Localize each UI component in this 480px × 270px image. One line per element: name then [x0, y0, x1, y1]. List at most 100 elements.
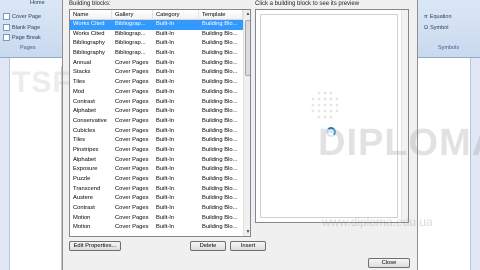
list-item[interactable]: Bibliography Bibliograp... Built-In Buildin… — [70, 39, 243, 49]
list-item[interactable]: Contrast Cover Pages Built-In Building Blo.… — [70, 98, 243, 108]
list-item[interactable]: Pinstripes Cover Pages Built-In Building Bl… — [70, 146, 243, 156]
column-header-template[interactable]: Template — [199, 10, 243, 20]
list-item-gallery: Cover Pages — [115, 185, 149, 192]
list-item-template: Building Blo... — [202, 156, 238, 163]
list-scrollbar[interactable]: ▲ ▼ — [243, 10, 250, 236]
scroll-down-arrow-icon[interactable]: ▼ — [244, 228, 250, 236]
list-item-name: Motion — [73, 224, 91, 231]
list-item[interactable]: Alphabet Cover Pages Built-In Building Blo.… — [70, 156, 243, 166]
scroll-thumb[interactable] — [245, 20, 250, 76]
list-item-name: Austere — [73, 195, 93, 202]
list-item-template: Building Blo... — [202, 185, 238, 192]
list-item-name: Cubicles — [73, 127, 96, 134]
list-item-gallery: Cover Pages — [115, 79, 149, 86]
list-item-category: Built-In — [156, 59, 175, 66]
list-item-category: Built-In — [156, 40, 175, 47]
list-item-category: Built-In — [156, 166, 175, 173]
list-item-name: Motion — [73, 214, 91, 221]
list-item[interactable]: Motion Cover Pages Built-In Building Blo... — [70, 223, 243, 233]
column-header-category[interactable]: Category — [153, 10, 199, 20]
cover-page-button[interactable]: Cover Page — [3, 12, 41, 21]
list-item-category: Built-In — [156, 156, 175, 163]
insert-button[interactable]: Insert — [230, 241, 266, 251]
list-item-gallery: Cover Pages — [115, 108, 149, 115]
column-header-name[interactable]: Name — [70, 10, 112, 20]
list-item-template: Building Blo... — [202, 88, 238, 95]
list-item[interactable]: Transcend Cover Pages Built-In Building Blo… — [70, 185, 243, 195]
edit-properties-button[interactable]: Edit Properties... — [69, 241, 121, 251]
watermark-logo: TSF — [12, 66, 72, 99]
list-item-category: Built-In — [156, 224, 175, 231]
page-break-icon — [3, 34, 10, 41]
list-item-gallery: Cover Pages — [115, 98, 149, 105]
watermark-dot-icon — [310, 90, 340, 120]
list-item[interactable]: Tiles Cover Pages Built-In Building Blo... — [70, 78, 243, 88]
list-item-category: Built-In — [156, 176, 175, 182]
list-item[interactable]: Annual Cover Pages Built-In Building Blo... — [70, 59, 243, 69]
list-item[interactable]: Austere Cover Pages Built-In Building Blo..… — [70, 194, 243, 204]
list-item-gallery: Cover Pages — [115, 156, 149, 163]
column-header-gallery[interactable]: Gallery — [112, 10, 153, 20]
list-item[interactable]: Tiles Cover Pages Built-In Building Blo... — [70, 136, 243, 146]
cover-page-icon — [3, 13, 10, 20]
list-item[interactable]: Exposure Cover Pages Built-In Building Blo.… — [70, 165, 243, 175]
list-item-name: Tiles — [73, 137, 86, 144]
list-item-gallery: Cover Pages — [115, 69, 149, 76]
equation-button[interactable]: π Equation — [424, 12, 452, 21]
home-tab[interactable]: Home — [30, 0, 45, 6]
list-item[interactable]: Mod Cover Pages Built-In Building Blo... — [70, 88, 243, 98]
list-item-category: Built-In — [156, 88, 175, 95]
close-button[interactable]: Close — [368, 258, 410, 268]
list-item-category: Built-In — [156, 69, 175, 76]
list-item-name: Contrast — [73, 205, 95, 212]
list-item-template: Building Blo... — [202, 176, 238, 182]
building-blocks-label: Building blocks: — [69, 1, 111, 7]
list-item[interactable]: Works Cited Bibliograp... Built-In Building… — [70, 30, 243, 40]
scroll-up-arrow-icon[interactable]: ▲ — [244, 10, 250, 18]
list-item-category: Built-In — [156, 117, 175, 124]
list-item-template: Building Blo... — [202, 117, 238, 124]
list-item-template: Building Blo... — [202, 214, 238, 221]
list-item[interactable]: Contrast Cover Pages Built-In Building Blo.… — [70, 204, 243, 214]
list-item-template: Building Blo... — [202, 40, 238, 47]
list-item-gallery: Bibliograp... — [115, 30, 146, 37]
blank-page-icon — [3, 24, 10, 31]
list-item-template: Building Blo... — [202, 166, 238, 173]
list-item-category: Built-In — [156, 205, 175, 212]
list-item[interactable]: Motion Cover Pages Built-In Building Blo... — [70, 214, 243, 224]
list-item-gallery: Cover Pages — [115, 146, 149, 153]
list-item-name: Pinstripes — [73, 146, 99, 153]
symbol-button[interactable]: Ω Symbol — [424, 23, 448, 32]
list-item-gallery: Cover Pages — [115, 195, 149, 202]
omega-icon: Ω — [424, 24, 429, 31]
list-item-gallery: Cover Pages — [115, 176, 149, 182]
delete-button[interactable]: Delete — [190, 241, 226, 251]
page-break-button[interactable]: Page Break — [3, 33, 41, 42]
building-blocks-list[interactable]: Name Gallery Category Template Works Cit… — [69, 9, 251, 237]
list-item-category: Built-In — [156, 185, 175, 192]
ribbon-symbols-group: π Equation Ω Symbol Symbols — [418, 0, 480, 58]
list-item[interactable]: Cubicles Cover Pages Built-In Building Blo.… — [70, 127, 243, 137]
list-item[interactable]: Conservative Cover Pages Built-In Building … — [70, 117, 243, 127]
preview-scrollbar[interactable] — [401, 10, 408, 222]
list-item[interactable]: Stacks Cover Pages Built-In Building Blo... — [70, 68, 243, 78]
list-item[interactable]: Puzzle Cover Pages Built-In Building Blo... — [70, 175, 243, 185]
list-item-name: Transcend — [73, 185, 101, 192]
list-item[interactable]: Alphabet Cover Pages Built-In Building Blo.… — [70, 107, 243, 117]
list-item[interactable]: Works Cited Bibliograp... Built-In Building… — [70, 20, 243, 30]
list-item-name: Bibliography — [73, 50, 105, 57]
list-item-name: Stacks — [73, 69, 91, 76]
list-item-gallery: Cover Pages — [115, 137, 149, 144]
list-item-template: Building Blo... — [202, 50, 238, 57]
list-item[interactable]: Bibliography Bibliograp... Built-In Buildin… — [70, 49, 243, 59]
list-item-category: Built-In — [156, 108, 175, 115]
list-item-template: Building Blo... — [202, 30, 238, 37]
list-item-name: Works Cited — [73, 21, 105, 27]
list-item-name: Puzzle — [73, 176, 91, 182]
list-item-gallery: Cover Pages — [115, 127, 149, 134]
watermark-url: www.diploma.edu.ua — [322, 215, 433, 229]
list-item-gallery: Cover Pages — [115, 205, 149, 212]
list-item-template: Building Blo... — [202, 224, 238, 231]
blank-page-button[interactable]: Blank Page — [3, 23, 40, 32]
list-item-category: Built-In — [156, 79, 175, 86]
